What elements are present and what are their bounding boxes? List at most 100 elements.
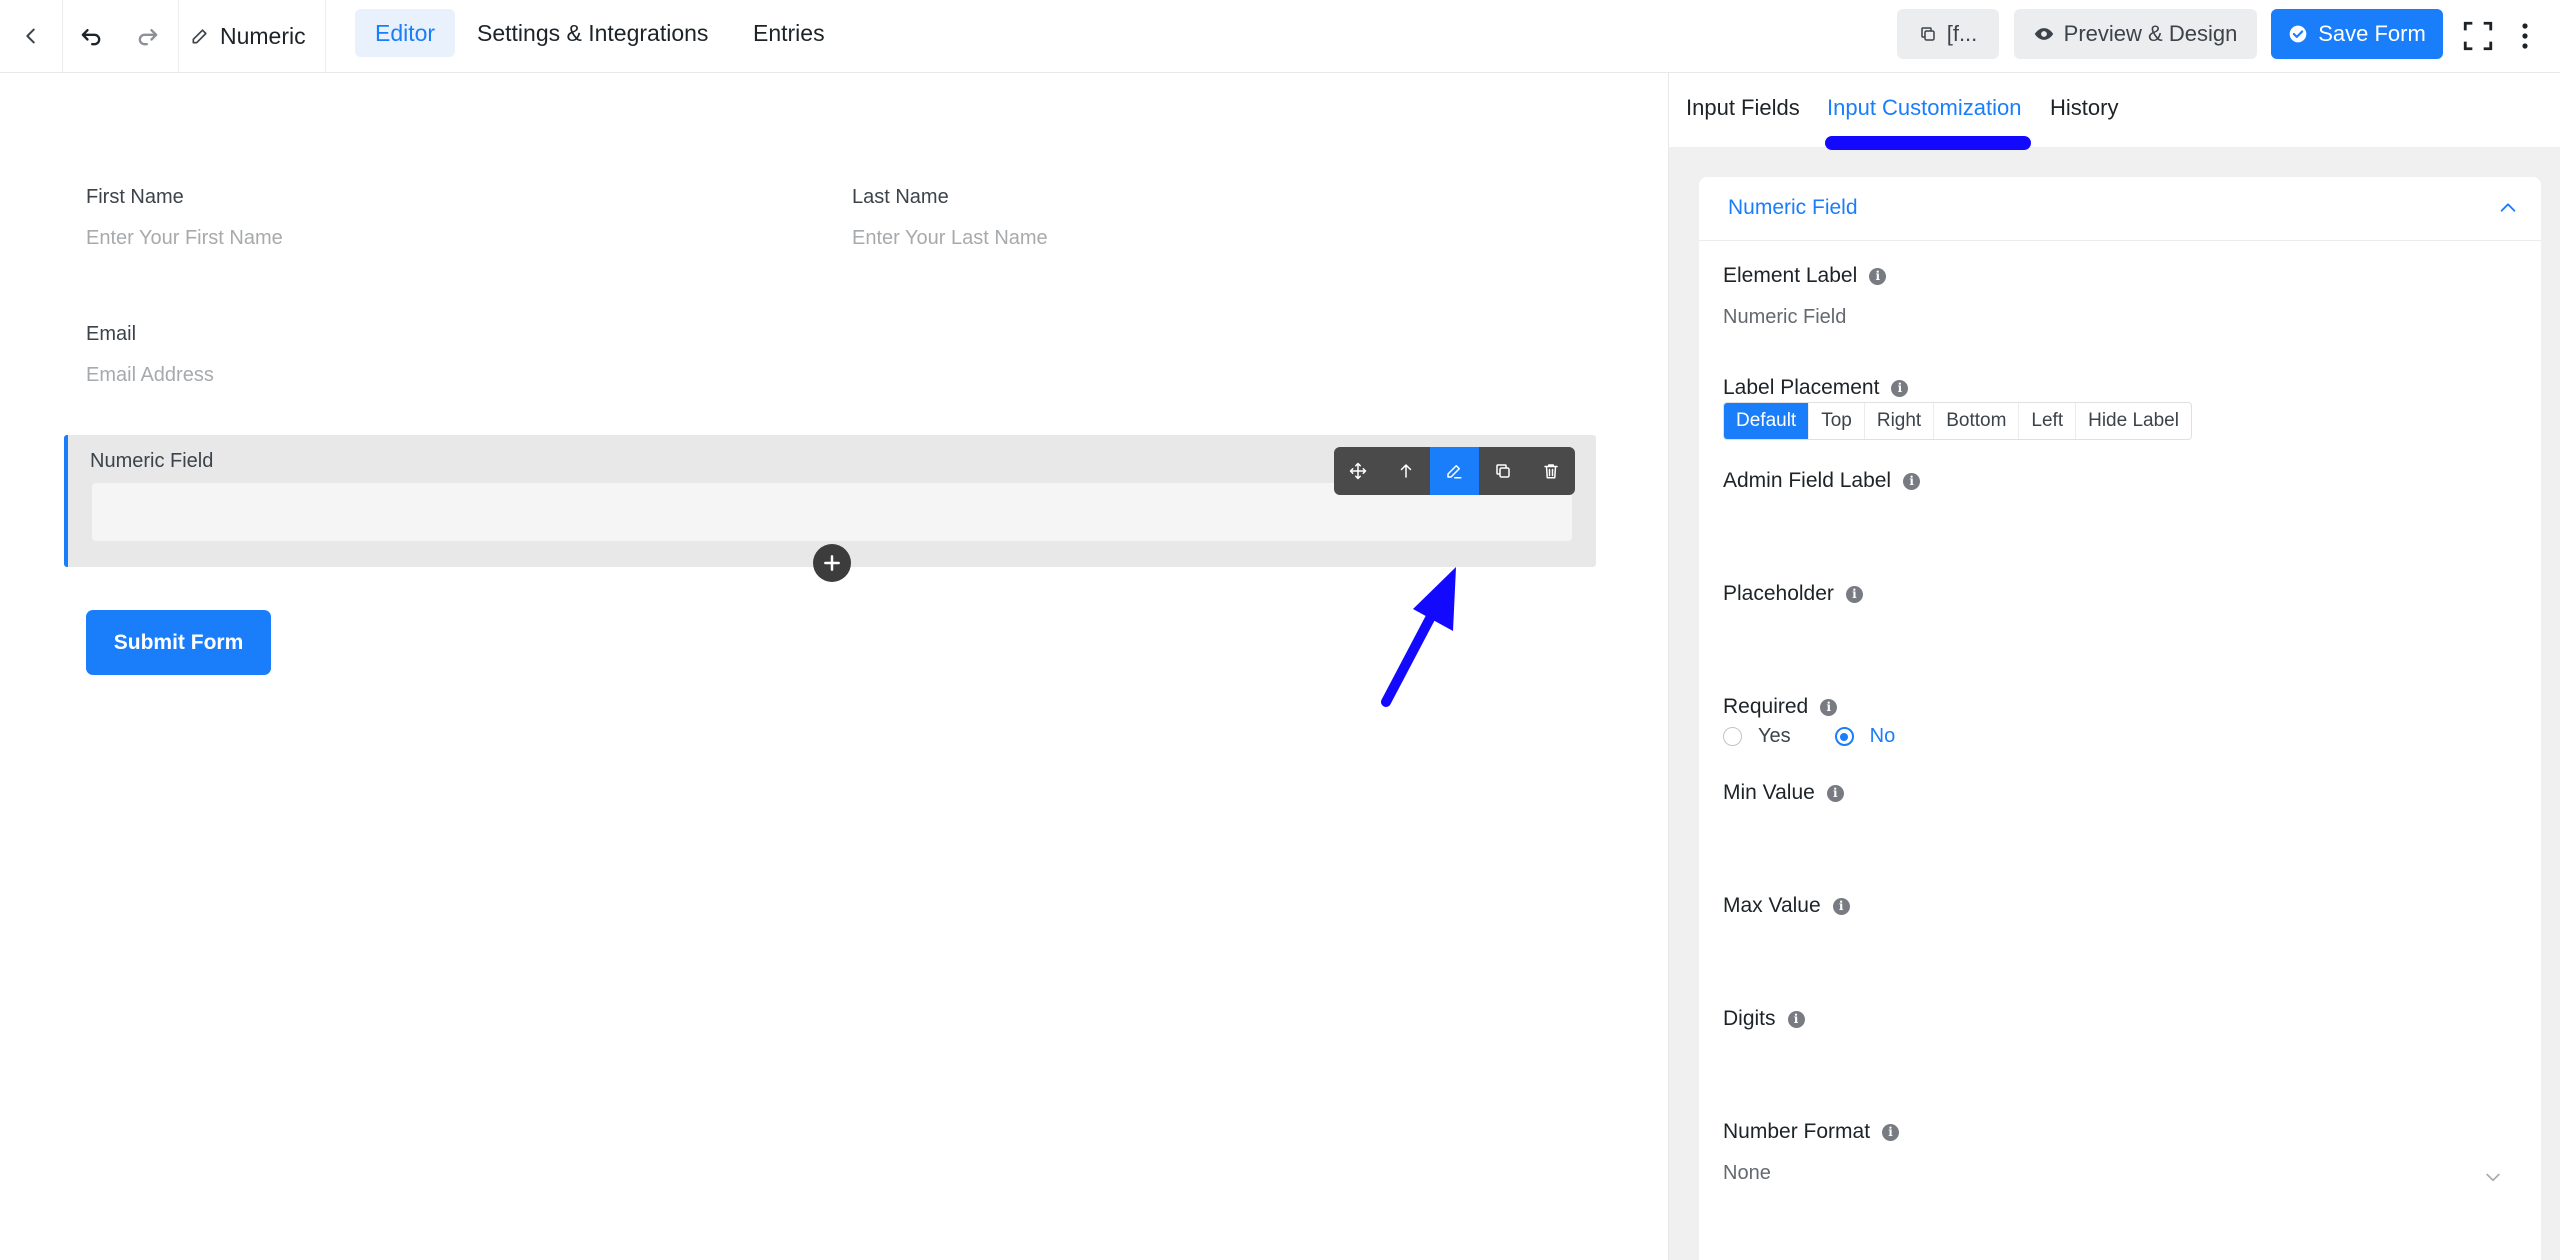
element-label-input[interactable]: Numeric Field [1723,306,1846,329]
label-placement-setting: Label Placement i [1723,376,1909,400]
placement-option-default[interactable]: Default [1724,403,1809,439]
email-label: Email [86,323,137,345]
save-form-label: Save Form [2318,21,2426,46]
element-label-setting: Element Label i [1723,264,1887,288]
top-bar: Numeric Editor Settings & Integrations E… [0,0,2560,73]
last-name-input[interactable]: Enter Your Last Name [852,227,1048,250]
info-icon: i [1787,1010,1805,1028]
move-icon [1349,462,1367,480]
first-name-input[interactable]: Enter Your First Name [86,227,283,250]
back-button[interactable] [0,0,62,72]
placement-option-bottom[interactable]: Bottom [1933,403,2018,439]
shortcode-label: [f... [1946,21,1978,46]
required-options: Yes No [1723,725,1895,748]
tab-entries[interactable]: Entries [733,9,845,57]
placeholder-setting: Placeholder i [1723,582,1863,606]
field-settings-card: Numeric Field Element Label i Numeric Fi… [1699,177,2541,1260]
info-icon: i [1845,585,1863,603]
email-input[interactable]: Email Address [86,364,214,387]
annotation-arrow [1381,567,1456,707]
fullscreen-icon [2463,21,2492,51]
move-button[interactable] [1334,447,1382,495]
field-action-toolbar [1334,447,1575,495]
required-no-label: No [1869,725,1896,747]
placement-option-hide-label[interactable]: Hide Label [2075,403,2191,439]
save-form-button[interactable]: Save Form [2271,9,2443,59]
panel-tabs: Input Fields Input Customization History [1669,73,2560,150]
check-circle-icon [2289,25,2307,43]
admin-field-label-title: Admin Field Label [1723,469,1892,492]
tab-editor[interactable]: Editor [355,9,456,57]
fullscreen-button[interactable] [2455,0,2500,72]
required-yes-radio[interactable] [1723,727,1742,746]
placement-option-top[interactable]: Top [1808,403,1864,439]
info-icon: i [1903,472,1921,490]
copy-icon [1920,27,1935,41]
preview-design-label: Preview & Design [2063,21,2238,46]
more-options-button[interactable] [2505,0,2545,72]
redo-button[interactable] [120,0,176,72]
section-header[interactable]: Numeric Field [1699,177,2541,241]
settings-panel: Input Fields Input Customization History… [1668,73,2560,1260]
admin-field-label-setting: Admin Field Label i [1723,469,1921,493]
eye-icon [2034,28,2053,40]
numeric-field-label: Numeric Field [90,450,214,472]
label-placement-options: Default Top Right Bottom Left Hide Label [1723,402,2192,440]
add-field-button[interactable] [813,544,851,582]
preview-design-button[interactable]: Preview & Design [2014,9,2257,59]
placement-option-right[interactable]: Right [1863,403,1933,439]
undo-icon [81,29,101,46]
form-editor-canvas: First Name Enter Your First Name Last Na… [0,73,1668,1260]
placement-option-left[interactable]: Left [2018,403,2075,439]
copy-icon [1495,464,1510,478]
digits-title: Digits [1723,1007,1776,1030]
number-format-setting: Number Format i [1723,1120,1900,1144]
duplicate-field-button[interactable] [1479,447,1527,495]
divider [325,0,326,72]
info-icon: i [1882,1123,1900,1141]
more-vertical-icon [2522,23,2528,49]
last-name-label: Last Name [852,186,949,208]
chevron-left-icon [26,28,35,44]
redo-icon [138,29,158,46]
tab-history[interactable]: History [2050,95,2118,121]
info-icon: i [1820,698,1838,716]
max-value-title: Max Value [1723,894,1821,917]
active-tab-indicator [1825,136,2031,150]
number-format-select[interactable]: None [1723,1162,1771,1185]
section-title: Numeric Field [1728,196,1858,219]
number-format-title: Number Format [1723,1120,1871,1143]
tab-input-customization[interactable]: Input Customization [1827,95,2021,121]
edit-field-button[interactable] [1430,447,1479,495]
required-no-radio[interactable] [1834,727,1854,746]
delete-field-button[interactable] [1527,447,1575,495]
info-icon: i [1826,784,1844,802]
required-title: Required [1723,695,1809,718]
move-up-button[interactable] [1382,447,1430,495]
required-yes-label: Yes [1758,725,1791,747]
info-icon: i [1832,897,1850,915]
max-value-setting: Max Value i [1723,894,1850,918]
plus-icon [824,555,840,571]
tab-settings-integrations[interactable]: Settings & Integrations [457,9,728,57]
placeholder-title: Placeholder [1723,582,1834,605]
trash-icon [1544,464,1558,479]
min-value-title: Min Value [1723,781,1815,804]
divider [178,0,179,72]
undo-button[interactable] [63,0,119,72]
tab-input-fields[interactable]: Input Fields [1686,95,1800,121]
info-icon: i [1869,267,1887,285]
element-label-title: Element Label [1723,264,1858,287]
submit-form-button[interactable]: Submit Form [86,610,271,675]
required-setting: Required i [1723,695,1838,719]
pencil-icon [1447,465,1462,479]
form-title-text: Numeric [220,22,306,49]
label-placement-title: Label Placement [1723,376,1880,399]
chevron-down-icon[interactable] [2483,1167,2503,1187]
first-name-label: First Name [86,186,184,208]
shortcode-button[interactable]: [f... [1897,9,1999,59]
chevron-up-icon[interactable] [2497,197,2519,219]
info-icon: i [1891,379,1909,397]
form-title[interactable]: Numeric [190,0,306,72]
arrow-up-icon [1401,464,1412,478]
